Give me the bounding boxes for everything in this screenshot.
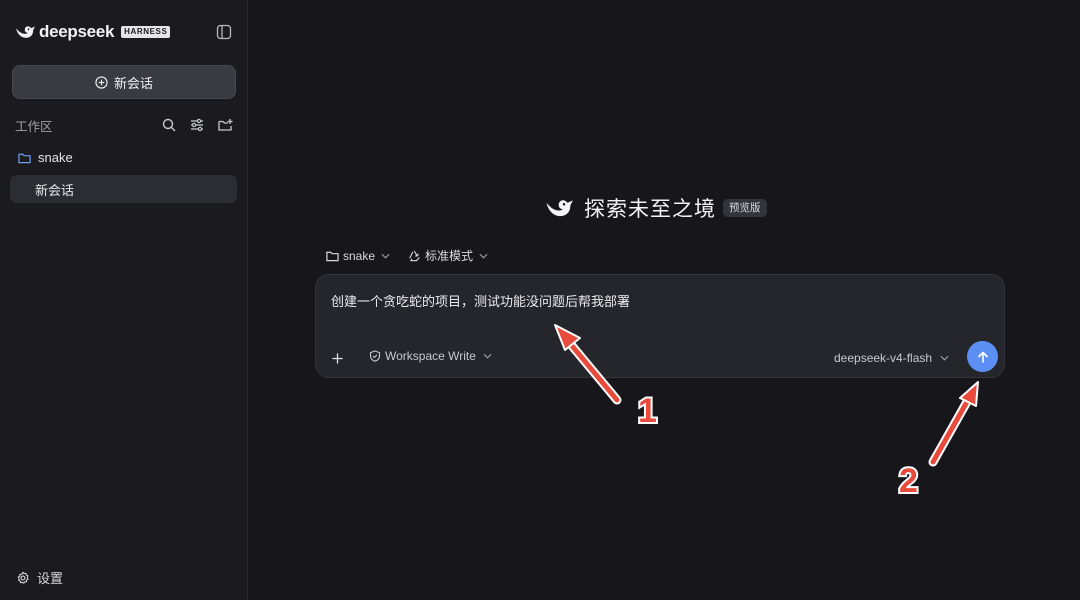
recycle-icon (409, 250, 420, 261)
project-name: snake (38, 150, 73, 165)
sidebar-toggle-icon[interactable] (216, 24, 232, 40)
workspace-actions (161, 117, 233, 133)
prompt-input[interactable]: 创建一个贪吃蛇的项目，测试功能没问题后帮我部署 (331, 291, 630, 310)
project-selector[interactable]: snake (326, 247, 390, 264)
composer-selectors: snake 标准模式 (326, 247, 488, 264)
hero-title: 探索未至之境 (584, 198, 716, 221)
sidebar: deepseek HARNESS 新会话 工作区 snake 新会话 设置 (0, 0, 248, 600)
folder-icon (326, 251, 339, 261)
plus-circle-icon (95, 75, 108, 89)
permission-label: Workspace Write (385, 349, 476, 363)
gear-icon (17, 571, 29, 584)
model-selector[interactable]: deepseek-v4-flash (834, 351, 949, 365)
mode-selector-label: 标准模式 (425, 249, 474, 263)
filter-sliders-icon[interactable] (189, 117, 205, 133)
model-label: deepseek-v4-flash (834, 351, 933, 365)
arrow-up-icon (977, 351, 988, 363)
settings-button[interactable]: 设置 (16, 568, 63, 587)
session-item[interactable]: 新会话 (10, 175, 237, 203)
mode-selector[interactable]: 标准模式 (408, 247, 488, 264)
workspace-header: 工作区 (15, 116, 235, 134)
settings-label: 设置 (37, 571, 64, 586)
preview-badge: 预览版 (723, 199, 767, 217)
project-selector-label: snake (343, 248, 376, 263)
chevron-down-icon (940, 355, 949, 361)
send-button[interactable] (967, 341, 998, 372)
new-chat-button[interactable]: 新会话 (12, 65, 236, 99)
new-chat-label: 新会话 (113, 75, 153, 91)
plus-icon (331, 352, 343, 364)
project-item-snake[interactable]: snake (18, 150, 73, 165)
shield-check-icon (369, 350, 381, 362)
whale-logo-icon (546, 200, 573, 217)
brand-badge: HARNESS (121, 26, 171, 38)
chevron-down-icon (381, 253, 390, 259)
composer: 创建一个贪吃蛇的项目，测试功能没问题后帮我部署 Workspace Write … (315, 274, 1005, 378)
attach-button[interactable] (326, 347, 348, 369)
permission-selector[interactable]: Workspace Write (369, 349, 492, 363)
folder-icon (18, 153, 31, 163)
search-icon[interactable] (161, 117, 177, 133)
brand: deepseek HARNESS (14, 22, 171, 42)
workspace-label: 工作区 (15, 119, 53, 134)
whale-logo-icon (16, 26, 35, 38)
brand-name: deepseek (39, 22, 115, 41)
chevron-down-icon (483, 353, 492, 359)
new-folder-icon[interactable] (217, 117, 233, 133)
session-label: 新会话 (35, 182, 75, 198)
hero: 探索未至之境 预览版 (544, 193, 767, 223)
chevron-down-icon (479, 253, 488, 259)
